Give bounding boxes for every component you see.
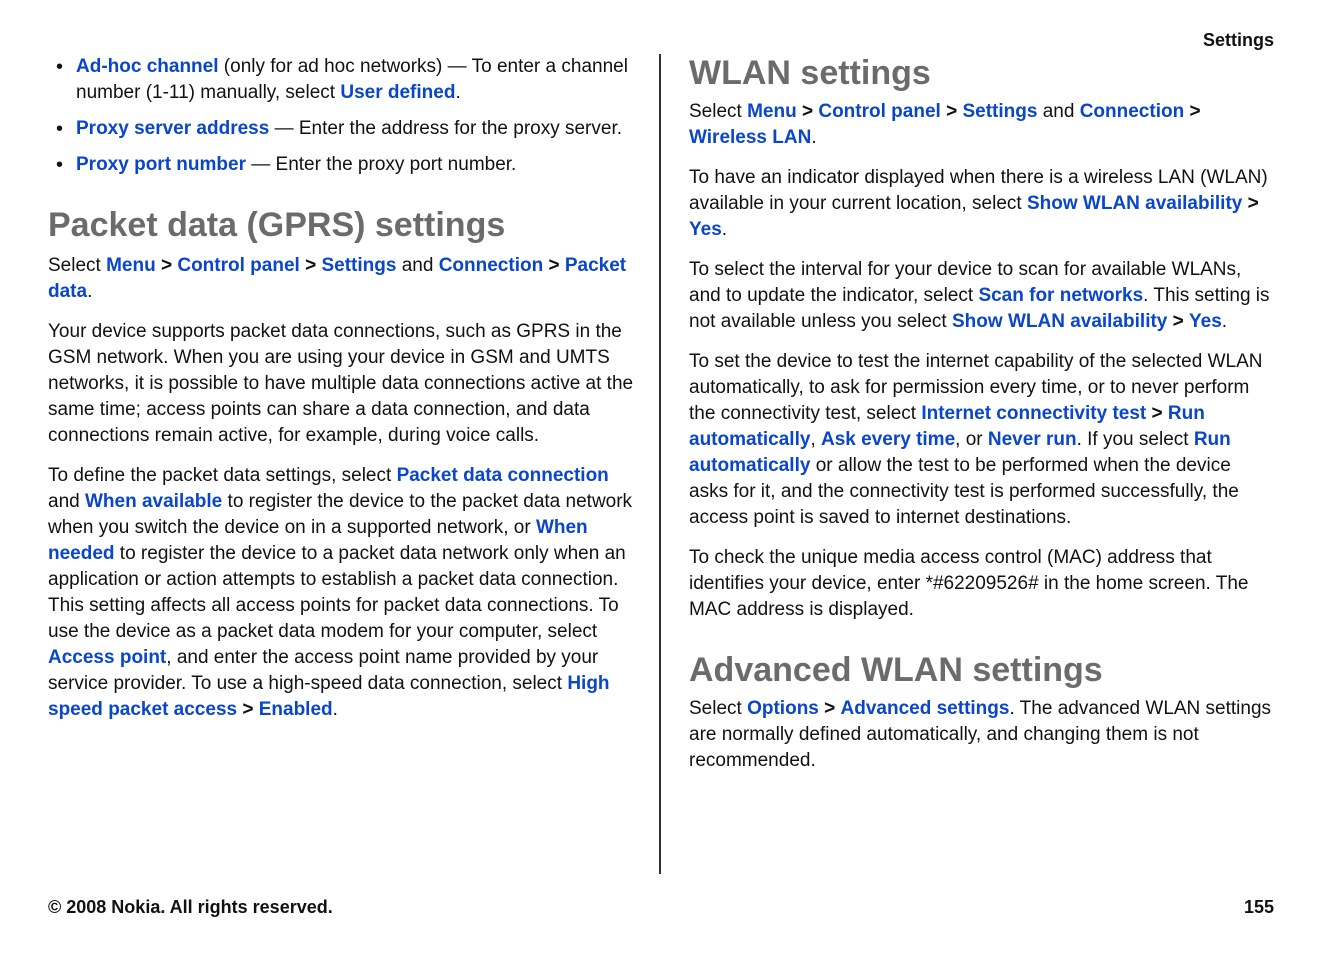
wlan-paragraph-2: To select the interval for your device t… (689, 257, 1274, 335)
when-available-link[interactable]: When available (85, 491, 222, 512)
bullet-item: Proxy port number — Enter the proxy port… (48, 152, 641, 178)
nav-sep: > (237, 699, 259, 720)
page-number: 155 (1244, 897, 1274, 918)
action-link[interactable]: User defined (340, 82, 455, 103)
bullet-list: Ad-hoc channel (only for ad hoc networks… (48, 54, 641, 178)
enabled-link[interactable]: Enabled (259, 699, 333, 720)
body-text: To define the packet data settings, sele… (48, 465, 397, 486)
nav-sep: > (941, 101, 963, 122)
show-wlan-availability-link[interactable]: Show WLAN availability (1027, 193, 1242, 214)
yes-link[interactable]: Yes (689, 219, 722, 240)
never-run-link[interactable]: Never run (988, 429, 1077, 450)
packet-paragraph-2: To define the packet data settings, sele… (48, 463, 641, 723)
access-point-link[interactable]: Access point (48, 647, 166, 668)
body-text: . (722, 219, 727, 240)
nav-sep: > (1146, 403, 1168, 424)
nav-text: and (396, 255, 438, 276)
nav-wireless-lan-link[interactable]: Wireless LAN (689, 127, 811, 148)
body-text: Select (689, 698, 747, 719)
heading-packet-data: Packet data (GPRS) settings (48, 206, 641, 245)
bullet-item: Proxy server address — Enter the address… (48, 116, 641, 142)
packet-nav: Select Menu > Control panel > Settings a… (48, 253, 641, 305)
columns: Ad-hoc channel (only for ad hoc networks… (48, 54, 1274, 874)
nav-menu-link[interactable]: Menu (106, 255, 156, 276)
nav-control-panel-link[interactable]: Control panel (818, 101, 940, 122)
nav-sep: > (1242, 193, 1258, 214)
body-text: to register the device to a packet data … (48, 543, 626, 642)
packet-paragraph-1: Your device supports packet data connect… (48, 319, 641, 449)
nav-control-panel-link[interactable]: Control panel (177, 255, 299, 276)
scan-for-networks-link[interactable]: Scan for networks (978, 285, 1143, 306)
ask-every-time-link[interactable]: Ask every time (821, 429, 955, 450)
nav-settings-link[interactable]: Settings (321, 255, 396, 276)
wlan-nav: Select Menu > Control panel > Settings a… (689, 99, 1274, 151)
bullet-text: — Enter the address for the proxy server… (269, 118, 622, 139)
left-column: Ad-hoc channel (only for ad hoc networks… (48, 54, 661, 874)
term-link[interactable]: Proxy port number (76, 154, 246, 175)
bullet-item: Ad-hoc channel (only for ad hoc networks… (48, 54, 641, 106)
page-footer: © 2008 Nokia. All rights reserved. 155 (48, 897, 1274, 918)
nav-sep: > (797, 101, 819, 122)
nav-text: Select (48, 255, 106, 276)
options-link[interactable]: Options (747, 698, 819, 719)
nav-sep: > (1167, 311, 1189, 332)
advanced-settings-link[interactable]: Advanced settings (841, 698, 1010, 719)
heading-wlan-settings: WLAN settings (689, 54, 1274, 93)
wlan-paragraph-1: To have an indicator displayed when ther… (689, 165, 1274, 243)
page: Settings Ad-hoc channel (only for ad hoc… (0, 0, 1322, 954)
advanced-wlan-paragraph: Select Options > Advanced settings. The … (689, 696, 1274, 774)
nav-menu-link[interactable]: Menu (747, 101, 797, 122)
section-header: Settings (1203, 30, 1274, 51)
right-column: WLAN settings Select Menu > Control pane… (661, 54, 1274, 874)
body-text: . (1222, 311, 1227, 332)
nav-text: . (811, 127, 816, 148)
nav-sep: > (300, 255, 322, 276)
nav-sep: > (1184, 101, 1200, 122)
wlan-paragraph-3: To set the device to test the internet c… (689, 349, 1274, 531)
nav-text: and (1037, 101, 1079, 122)
bullet-text: . (455, 82, 460, 103)
nav-connection-link[interactable]: Connection (1080, 101, 1185, 122)
body-text: and (48, 491, 85, 512)
body-text: . (333, 699, 338, 720)
body-text: , or (955, 429, 988, 450)
term-link[interactable]: Proxy server address (76, 118, 269, 139)
nav-connection-link[interactable]: Connection (439, 255, 544, 276)
nav-sep: > (156, 255, 178, 276)
wlan-paragraph-4: To check the unique media access control… (689, 545, 1274, 623)
nav-settings-link[interactable]: Settings (962, 101, 1037, 122)
copyright-text: © 2008 Nokia. All rights reserved. (48, 897, 333, 918)
yes-link[interactable]: Yes (1189, 311, 1222, 332)
body-text: . If you select (1077, 429, 1194, 450)
nav-sep: > (819, 698, 841, 719)
nav-text: Select (689, 101, 747, 122)
term-link[interactable]: Ad-hoc channel (76, 56, 219, 77)
body-text: , (810, 429, 821, 450)
nav-text: . (87, 281, 92, 302)
bullet-text: — Enter the proxy port number. (246, 154, 516, 175)
internet-connectivity-test-link[interactable]: Internet connectivity test (921, 403, 1146, 424)
packet-data-connection-link[interactable]: Packet data connection (397, 465, 609, 486)
nav-sep: > (543, 255, 565, 276)
show-wlan-availability-link[interactable]: Show WLAN availability (952, 311, 1167, 332)
heading-advanced-wlan: Advanced WLAN settings (689, 651, 1274, 690)
